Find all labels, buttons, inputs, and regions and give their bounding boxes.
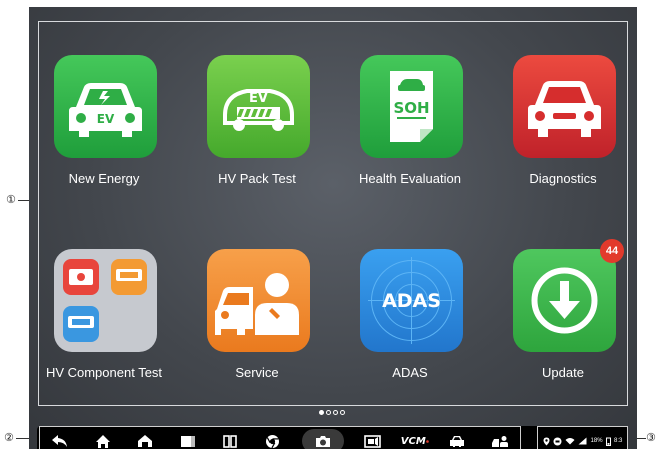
folder-icon bbox=[54, 249, 157, 352]
app-new-energy[interactable]: EV New Energy bbox=[29, 55, 179, 205]
recent-apps-icon[interactable] bbox=[216, 429, 244, 449]
app-label-hv-component-test: HV Component Test bbox=[45, 365, 163, 380]
status-bar: 18% 8:3 bbox=[537, 426, 628, 449]
ev-car-icon: EV bbox=[54, 55, 157, 158]
adas-icon-text: ADAS bbox=[382, 290, 441, 312]
battery-percent: 18% bbox=[590, 438, 603, 444]
device-screen: EV New Energy EV HV Pack Test SOH Health… bbox=[29, 7, 637, 449]
callout-2: ② bbox=[4, 431, 14, 444]
app-label-service: Service bbox=[235, 365, 279, 380]
app-label-adas: ADAS bbox=[392, 365, 428, 380]
svg-text:EV: EV bbox=[97, 112, 115, 126]
battery-icon bbox=[605, 437, 611, 446]
app-label-update: Update bbox=[542, 365, 584, 380]
app-label-new-energy: New Energy bbox=[68, 171, 140, 186]
autel-home-icon[interactable] bbox=[131, 429, 159, 449]
car-icon[interactable] bbox=[443, 429, 471, 449]
hv-pack-icon-text: EV bbox=[249, 91, 268, 106]
adas-radar-icon: ADAS bbox=[360, 249, 463, 352]
location-icon bbox=[543, 437, 550, 445]
page-dot[interactable] bbox=[326, 410, 331, 415]
navigation-bar: VCM 18% 8:3 bbox=[37, 426, 628, 449]
update-count-badge: 44 bbox=[600, 239, 624, 263]
page-dot[interactable] bbox=[319, 410, 324, 415]
app-hv-pack-test[interactable]: EV HV Pack Test bbox=[182, 55, 332, 205]
app-label-hv-pack-test: HV Pack Test bbox=[218, 171, 296, 186]
app-service[interactable]: Service bbox=[182, 249, 332, 399]
page-dot[interactable] bbox=[333, 410, 338, 415]
car-front-icon bbox=[513, 55, 616, 158]
car-service-icon[interactable] bbox=[486, 429, 514, 449]
car-mechanic-icon bbox=[207, 249, 310, 352]
desktop-icon[interactable] bbox=[174, 429, 202, 449]
app-label-diagnostics: Diagnostics bbox=[529, 171, 597, 186]
page-dot[interactable] bbox=[340, 410, 345, 415]
vcm-status-dot bbox=[425, 439, 429, 443]
soh-report-icon: SOH bbox=[360, 55, 463, 158]
clock: 8:3 bbox=[614, 438, 623, 444]
page-indicator bbox=[319, 410, 345, 415]
wifi-icon bbox=[565, 438, 575, 445]
app-label-health-evaluation: Health Evaluation bbox=[359, 171, 461, 186]
chrome-icon[interactable] bbox=[259, 429, 287, 449]
vcm-icon[interactable]: VCM bbox=[401, 429, 429, 449]
app-hv-component-test[interactable]: HV Component Test bbox=[29, 249, 179, 399]
app-health-evaluation[interactable]: SOH Health Evaluation bbox=[335, 55, 485, 205]
vci-icon bbox=[553, 437, 562, 445]
screen-record-icon[interactable] bbox=[358, 429, 386, 449]
camera-icon[interactable] bbox=[301, 429, 344, 449]
network-icon bbox=[578, 437, 587, 445]
app-adas[interactable]: ADAS ADAS bbox=[335, 249, 485, 399]
ev-battery-pack-icon: EV bbox=[207, 55, 310, 158]
soh-icon-text: SOH bbox=[393, 99, 429, 117]
download-arrow-icon bbox=[513, 249, 616, 352]
callout-3: ③ bbox=[646, 431, 656, 444]
app-update[interactable]: 44 Update bbox=[488, 239, 637, 399]
app-diagnostics[interactable]: Diagnostics bbox=[488, 55, 637, 205]
back-icon[interactable] bbox=[46, 429, 74, 449]
vcm-label: VCM bbox=[400, 435, 426, 447]
home-icon[interactable] bbox=[89, 429, 117, 449]
callout-1: ① bbox=[6, 193, 16, 206]
navigation-buttons: VCM bbox=[39, 426, 521, 449]
